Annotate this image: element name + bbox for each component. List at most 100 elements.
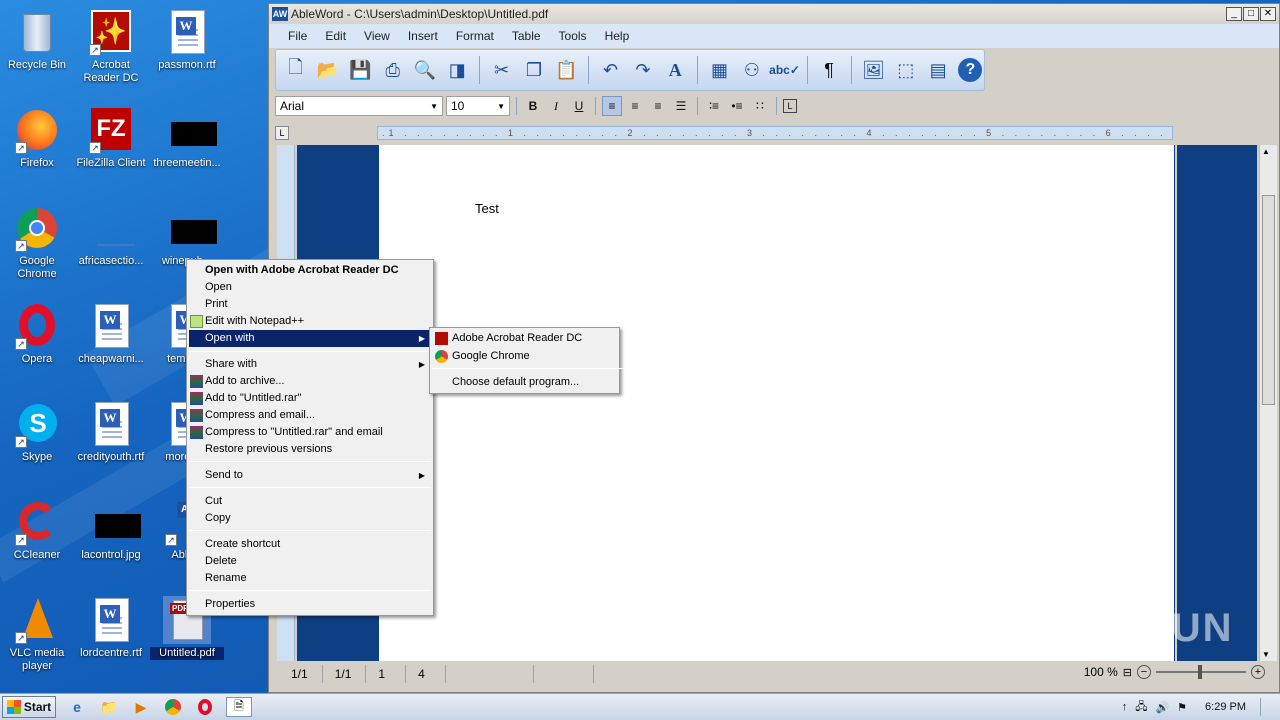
menu-item-copy[interactable]: Copy xyxy=(189,510,431,527)
desktop-icon-lacontrol[interactable]: lacontrol.jpg xyxy=(74,492,148,562)
menu-item-properties[interactable]: Properties xyxy=(189,596,431,613)
document-page[interactable]: Test xyxy=(379,145,1174,661)
menu-edit[interactable]: Edit xyxy=(316,29,355,43)
desktop-icon-vlc[interactable]: ↗ VLC media player xyxy=(0,590,74,673)
menu-item-compress-email[interactable]: Compress and email... xyxy=(189,407,431,424)
opera-taskbar-icon[interactable] xyxy=(194,697,216,717)
zoom-fit-icon[interactable]: ⊟ xyxy=(1123,666,1132,679)
copy-icon[interactable]: ❐ xyxy=(520,56,547,84)
undo-icon[interactable]: ↶ xyxy=(597,56,624,84)
desktop-icon-firefox[interactable]: ↗ Firefox xyxy=(0,100,74,170)
tab-stop-selector-icon[interactable]: L xyxy=(275,126,289,140)
menu-item-add-to-rar[interactable]: Add to "Untitled.rar" xyxy=(189,390,431,407)
desktop-icon-winepub[interactable]: winepub... xyxy=(150,198,224,268)
indent-list-icon[interactable]: ∷ xyxy=(750,96,770,116)
submenu-item-chrome[interactable]: Google Chrome xyxy=(432,348,619,365)
close-button[interactable]: ✕ xyxy=(1260,7,1276,21)
desktop-icon-lordcentre[interactable]: W lordcentre.rtf xyxy=(74,590,148,660)
menu-item-edit-notepadpp[interactable]: Edit with Notepad++ xyxy=(189,313,431,330)
desktop-icon-ccleaner[interactable]: ↗ CCleaner xyxy=(0,492,74,562)
redo-icon[interactable]: ↷ xyxy=(629,56,656,84)
desktop-icon-opera[interactable]: ↗ Opera xyxy=(0,296,74,366)
align-right-icon[interactable]: ≡ xyxy=(648,96,668,116)
paragraph-marks-icon[interactable]: ¶ xyxy=(815,56,842,84)
cut-icon[interactable]: ✂ xyxy=(488,56,515,84)
desktop-icon-africasection[interactable]: africasectio... xyxy=(74,198,148,268)
menu-item-cut[interactable]: Cut xyxy=(189,493,431,510)
menu-tools[interactable]: Tools xyxy=(550,29,596,43)
calculator-icon[interactable]: ▦ xyxy=(706,56,733,84)
explorer-taskbar-icon[interactable]: 📁 xyxy=(98,697,120,717)
open-folder-icon[interactable]: 📂 xyxy=(314,56,341,84)
italic-icon[interactable]: I xyxy=(546,96,566,116)
show-desktop-icon[interactable] xyxy=(1260,698,1270,716)
desktop-icon-skype[interactable]: S ↗ Skype xyxy=(0,394,74,464)
insert-picture-icon[interactable]: 🖼 xyxy=(860,56,887,84)
desktop-icon-recycle-bin[interactable]: Recycle Bin xyxy=(0,2,74,72)
submenu-item-acrobat[interactable]: Adobe Acrobat Reader DC xyxy=(432,330,619,347)
desktop-icon-chrome[interactable]: ↗ Google Chrome xyxy=(0,198,74,281)
desktop-icon-threemeeting[interactable]: threemeetin... xyxy=(150,100,224,170)
menu-item-open[interactable]: Open xyxy=(189,279,431,296)
zoom-out-icon[interactable]: − xyxy=(1137,665,1151,679)
minimize-button[interactable]: _ xyxy=(1226,7,1242,21)
start-button[interactable]: Start xyxy=(2,696,56,718)
insert-table-icon[interactable]: ▤ xyxy=(924,56,951,84)
zoom-in-icon[interactable]: + xyxy=(1251,665,1265,679)
numbered-list-icon[interactable]: ∶≡ xyxy=(704,96,724,116)
font-name-combo[interactable]: Arial ▼ xyxy=(275,96,443,116)
menu-item-delete[interactable]: Delete xyxy=(189,553,431,570)
menu-item-rename[interactable]: Rename xyxy=(189,570,431,587)
menu-format[interactable]: Format xyxy=(447,29,503,43)
align-left-icon[interactable]: ≡ xyxy=(602,96,622,116)
help-icon[interactable]: ? xyxy=(957,56,984,84)
title-bar[interactable]: AW AbleWord - C:\Users\admin\Desktop\Unt… xyxy=(269,4,1279,24)
vertical-scrollbar[interactable]: ▲ ▼ xyxy=(1259,145,1277,661)
menu-item-create-shortcut[interactable]: Create shortcut xyxy=(189,536,431,553)
menu-item-restore-previous[interactable]: Restore previous versions xyxy=(189,441,431,458)
paste-icon[interactable]: 📋 xyxy=(553,56,580,84)
font-size-combo[interactable]: 10 ▼ xyxy=(446,96,510,116)
scrollbar-thumb[interactable] xyxy=(1262,195,1275,405)
network-icon[interactable]: 🖧 xyxy=(1135,698,1147,717)
desktop-icon-acrobat[interactable]: ✨ ↗ Acrobat Reader DC xyxy=(74,2,148,85)
document-text[interactable]: Test xyxy=(475,201,499,216)
zoom-slider[interactable] xyxy=(1156,665,1246,679)
menu-help[interactable]: Help xyxy=(596,29,639,43)
desktop-icon-credityouth[interactable]: W credityouth.rtf xyxy=(74,394,148,464)
clock[interactable]: 6:29 PM xyxy=(1205,701,1246,713)
justify-icon[interactable]: ☰ xyxy=(671,96,691,116)
borders-icon[interactable]: L xyxy=(783,99,797,113)
menu-insert[interactable]: Insert xyxy=(399,29,447,43)
media-player-taskbar-icon[interactable]: ▶ xyxy=(130,697,152,717)
spell-check-icon[interactable]: abc✓ xyxy=(769,56,800,84)
find-binoculars-icon[interactable]: ⚇ xyxy=(738,56,765,84)
bold-icon[interactable]: B xyxy=(523,96,543,116)
scroll-down-icon[interactable]: ▼ xyxy=(1262,650,1270,659)
menu-item-compress-rar-email[interactable]: Compress to "Untitled.rar" and email xyxy=(189,424,431,441)
menu-item-add-to-archive[interactable]: Add to archive... xyxy=(189,373,431,390)
submenu-item-choose-default[interactable]: Choose default program... xyxy=(432,374,619,391)
insert-frame-icon[interactable]: ⬚ xyxy=(892,56,919,84)
print-preview-icon[interactable]: 🔍 xyxy=(411,56,438,84)
page-setup-icon[interactable]: ◨ xyxy=(444,56,471,84)
menu-view[interactable]: View xyxy=(355,29,399,43)
desktop-icon-passmon[interactable]: W passmon.rtf xyxy=(150,2,224,72)
menu-table[interactable]: Table xyxy=(503,29,550,43)
ruler-scale[interactable]: .1 . . . . . . . . 1 . . . . . . . . 2 .… xyxy=(377,126,1173,140)
font-icon[interactable]: A xyxy=(662,56,689,84)
volume-icon[interactable]: 🔊 xyxy=(1155,701,1169,714)
scroll-up-icon[interactable]: ▲ xyxy=(1262,147,1270,156)
desktop-icon-filezilla[interactable]: FZ ↗ FileZilla Client xyxy=(74,100,148,170)
maximize-button[interactable]: □ xyxy=(1243,7,1259,21)
new-document-icon[interactable]: 🗋 xyxy=(282,56,309,84)
save-icon[interactable]: 💾 xyxy=(347,56,374,84)
menu-item-print[interactable]: Print xyxy=(189,296,431,313)
desktop-icon-cheapwarning[interactable]: W cheapwarni... xyxy=(74,296,148,366)
menu-item-open-with[interactable]: Open with ▶ xyxy=(189,330,431,347)
tray-expand-icon[interactable]: ↑ xyxy=(1122,701,1128,713)
menu-item-open-with-acrobat[interactable]: Open with Adobe Acrobat Reader DC xyxy=(189,262,431,279)
print-icon[interactable]: ⎙ xyxy=(379,56,406,84)
bullet-list-icon[interactable]: •≡ xyxy=(727,96,747,116)
ableword-taskbar-icon[interactable]: 🗎 xyxy=(226,697,252,717)
